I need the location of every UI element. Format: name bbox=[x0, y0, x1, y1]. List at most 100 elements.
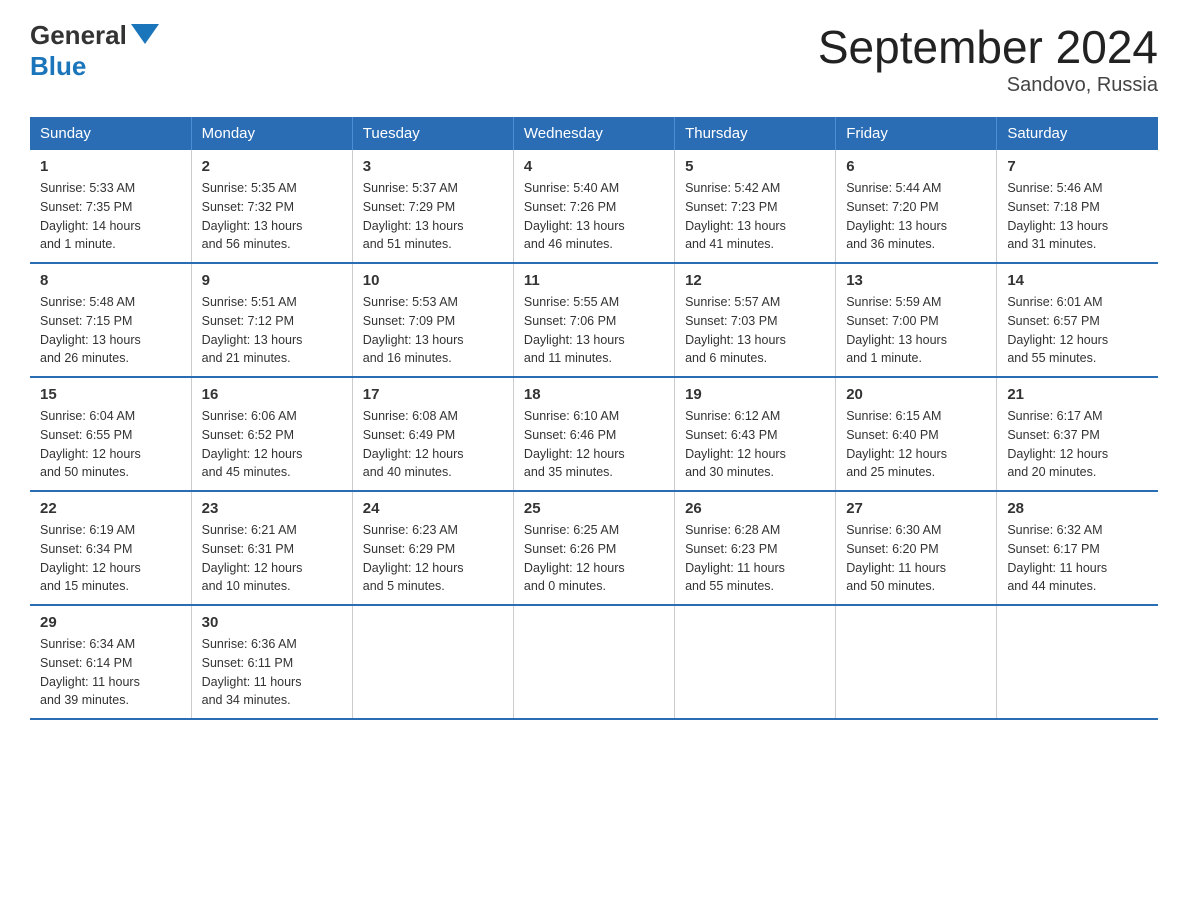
day-number: 15 bbox=[40, 386, 181, 403]
weekday-header: Thursday bbox=[675, 117, 836, 150]
calendar-day-cell: 1 Sunrise: 5:33 AM Sunset: 7:35 PM Dayli… bbox=[30, 150, 191, 263]
calendar-day-cell: 2 Sunrise: 5:35 AM Sunset: 7:32 PM Dayli… bbox=[191, 150, 352, 263]
title-block: September 2024 Sandovo, Russia bbox=[818, 20, 1158, 97]
day-info: Sunrise: 6:01 AM Sunset: 6:57 PM Dayligh… bbox=[1007, 293, 1148, 368]
day-number: 14 bbox=[1007, 272, 1148, 289]
calendar-week-row: 29 Sunrise: 6:34 AM Sunset: 6:14 PM Dayl… bbox=[30, 605, 1158, 719]
day-number: 30 bbox=[202, 614, 342, 631]
calendar-day-cell: 3 Sunrise: 5:37 AM Sunset: 7:29 PM Dayli… bbox=[352, 150, 513, 263]
day-info: Sunrise: 6:10 AM Sunset: 6:46 PM Dayligh… bbox=[524, 407, 664, 482]
calendar-day-cell: 7 Sunrise: 5:46 AM Sunset: 7:18 PM Dayli… bbox=[997, 150, 1158, 263]
day-info: Sunrise: 5:33 AM Sunset: 7:35 PM Dayligh… bbox=[40, 179, 181, 254]
day-info: Sunrise: 5:35 AM Sunset: 7:32 PM Dayligh… bbox=[202, 179, 342, 254]
calendar-day-cell: 22 Sunrise: 6:19 AM Sunset: 6:34 PM Dayl… bbox=[30, 491, 191, 605]
day-number: 18 bbox=[524, 386, 664, 403]
day-info: Sunrise: 6:06 AM Sunset: 6:52 PM Dayligh… bbox=[202, 407, 342, 482]
calendar-day-cell: 26 Sunrise: 6:28 AM Sunset: 6:23 PM Dayl… bbox=[675, 491, 836, 605]
calendar-day-cell: 15 Sunrise: 6:04 AM Sunset: 6:55 PM Dayl… bbox=[30, 377, 191, 491]
day-info: Sunrise: 5:48 AM Sunset: 7:15 PM Dayligh… bbox=[40, 293, 181, 368]
day-number: 8 bbox=[40, 272, 181, 289]
day-number: 17 bbox=[363, 386, 503, 403]
calendar-day-cell: 24 Sunrise: 6:23 AM Sunset: 6:29 PM Dayl… bbox=[352, 491, 513, 605]
day-info: Sunrise: 6:12 AM Sunset: 6:43 PM Dayligh… bbox=[685, 407, 825, 482]
day-number: 27 bbox=[846, 500, 986, 517]
weekday-header: Tuesday bbox=[352, 117, 513, 150]
day-info: Sunrise: 6:04 AM Sunset: 6:55 PM Dayligh… bbox=[40, 407, 181, 482]
calendar-day-cell: 11 Sunrise: 5:55 AM Sunset: 7:06 PM Dayl… bbox=[513, 263, 674, 377]
day-number: 11 bbox=[524, 272, 664, 289]
day-info: Sunrise: 5:51 AM Sunset: 7:12 PM Dayligh… bbox=[202, 293, 342, 368]
calendar-day-cell: 19 Sunrise: 6:12 AM Sunset: 6:43 PM Dayl… bbox=[675, 377, 836, 491]
calendar-day-cell: 17 Sunrise: 6:08 AM Sunset: 6:49 PM Dayl… bbox=[352, 377, 513, 491]
calendar-day-cell: 25 Sunrise: 6:25 AM Sunset: 6:26 PM Dayl… bbox=[513, 491, 674, 605]
day-info: Sunrise: 5:44 AM Sunset: 7:20 PM Dayligh… bbox=[846, 179, 986, 254]
page-header: General Blue September 2024 Sandovo, Rus… bbox=[30, 20, 1158, 97]
day-number: 9 bbox=[202, 272, 342, 289]
day-info: Sunrise: 6:32 AM Sunset: 6:17 PM Dayligh… bbox=[1007, 521, 1148, 596]
calendar-week-row: 15 Sunrise: 6:04 AM Sunset: 6:55 PM Dayl… bbox=[30, 377, 1158, 491]
day-number: 7 bbox=[1007, 158, 1148, 175]
calendar-day-cell: 9 Sunrise: 5:51 AM Sunset: 7:12 PM Dayli… bbox=[191, 263, 352, 377]
day-info: Sunrise: 5:40 AM Sunset: 7:26 PM Dayligh… bbox=[524, 179, 664, 254]
day-number: 6 bbox=[846, 158, 986, 175]
day-number: 26 bbox=[685, 500, 825, 517]
day-number: 1 bbox=[40, 158, 181, 175]
logo-triangle-icon bbox=[131, 24, 159, 44]
day-info: Sunrise: 6:15 AM Sunset: 6:40 PM Dayligh… bbox=[846, 407, 986, 482]
day-info: Sunrise: 6:28 AM Sunset: 6:23 PM Dayligh… bbox=[685, 521, 825, 596]
day-number: 5 bbox=[685, 158, 825, 175]
calendar-day-cell bbox=[836, 605, 997, 719]
calendar-day-cell: 13 Sunrise: 5:59 AM Sunset: 7:00 PM Dayl… bbox=[836, 263, 997, 377]
calendar-table: SundayMondayTuesdayWednesdayThursdayFrid… bbox=[30, 117, 1158, 720]
calendar-day-cell: 29 Sunrise: 6:34 AM Sunset: 6:14 PM Dayl… bbox=[30, 605, 191, 719]
calendar-day-cell: 23 Sunrise: 6:21 AM Sunset: 6:31 PM Dayl… bbox=[191, 491, 352, 605]
day-number: 2 bbox=[202, 158, 342, 175]
day-info: Sunrise: 6:08 AM Sunset: 6:49 PM Dayligh… bbox=[363, 407, 503, 482]
day-info: Sunrise: 5:37 AM Sunset: 7:29 PM Dayligh… bbox=[363, 179, 503, 254]
calendar-week-row: 8 Sunrise: 5:48 AM Sunset: 7:15 PM Dayli… bbox=[30, 263, 1158, 377]
calendar-day-cell: 21 Sunrise: 6:17 AM Sunset: 6:37 PM Dayl… bbox=[997, 377, 1158, 491]
calendar-day-cell bbox=[675, 605, 836, 719]
day-info: Sunrise: 6:21 AM Sunset: 6:31 PM Dayligh… bbox=[202, 521, 342, 596]
day-info: Sunrise: 6:25 AM Sunset: 6:26 PM Dayligh… bbox=[524, 521, 664, 596]
calendar-day-cell: 16 Sunrise: 6:06 AM Sunset: 6:52 PM Dayl… bbox=[191, 377, 352, 491]
day-number: 20 bbox=[846, 386, 986, 403]
calendar-week-row: 22 Sunrise: 6:19 AM Sunset: 6:34 PM Dayl… bbox=[30, 491, 1158, 605]
day-number: 22 bbox=[40, 500, 181, 517]
day-info: Sunrise: 5:57 AM Sunset: 7:03 PM Dayligh… bbox=[685, 293, 825, 368]
day-number: 23 bbox=[202, 500, 342, 517]
day-info: Sunrise: 6:23 AM Sunset: 6:29 PM Dayligh… bbox=[363, 521, 503, 596]
day-number: 25 bbox=[524, 500, 664, 517]
weekday-header: Wednesday bbox=[513, 117, 674, 150]
day-number: 12 bbox=[685, 272, 825, 289]
day-info: Sunrise: 6:19 AM Sunset: 6:34 PM Dayligh… bbox=[40, 521, 181, 596]
day-number: 21 bbox=[1007, 386, 1148, 403]
day-number: 24 bbox=[363, 500, 503, 517]
day-number: 29 bbox=[40, 614, 181, 631]
weekday-header: Monday bbox=[191, 117, 352, 150]
logo: General Blue bbox=[30, 20, 159, 82]
calendar-day-cell: 14 Sunrise: 6:01 AM Sunset: 6:57 PM Dayl… bbox=[997, 263, 1158, 377]
calendar-header-row: SundayMondayTuesdayWednesdayThursdayFrid… bbox=[30, 117, 1158, 150]
day-number: 4 bbox=[524, 158, 664, 175]
weekday-header: Sunday bbox=[30, 117, 191, 150]
page-title: September 2024 bbox=[818, 20, 1158, 74]
page-subtitle: Sandovo, Russia bbox=[818, 74, 1158, 97]
day-info: Sunrise: 5:55 AM Sunset: 7:06 PM Dayligh… bbox=[524, 293, 664, 368]
day-info: Sunrise: 6:30 AM Sunset: 6:20 PM Dayligh… bbox=[846, 521, 986, 596]
day-number: 3 bbox=[363, 158, 503, 175]
day-number: 13 bbox=[846, 272, 986, 289]
calendar-day-cell bbox=[997, 605, 1158, 719]
day-number: 16 bbox=[202, 386, 342, 403]
calendar-day-cell: 27 Sunrise: 6:30 AM Sunset: 6:20 PM Dayl… bbox=[836, 491, 997, 605]
calendar-day-cell bbox=[513, 605, 674, 719]
day-number: 19 bbox=[685, 386, 825, 403]
calendar-day-cell: 12 Sunrise: 5:57 AM Sunset: 7:03 PM Dayl… bbox=[675, 263, 836, 377]
calendar-day-cell: 18 Sunrise: 6:10 AM Sunset: 6:46 PM Dayl… bbox=[513, 377, 674, 491]
day-info: Sunrise: 6:34 AM Sunset: 6:14 PM Dayligh… bbox=[40, 635, 181, 710]
calendar-day-cell: 28 Sunrise: 6:32 AM Sunset: 6:17 PM Dayl… bbox=[997, 491, 1158, 605]
calendar-day-cell bbox=[352, 605, 513, 719]
calendar-day-cell: 6 Sunrise: 5:44 AM Sunset: 7:20 PM Dayli… bbox=[836, 150, 997, 263]
day-info: Sunrise: 5:42 AM Sunset: 7:23 PM Dayligh… bbox=[685, 179, 825, 254]
day-info: Sunrise: 6:17 AM Sunset: 6:37 PM Dayligh… bbox=[1007, 407, 1148, 482]
